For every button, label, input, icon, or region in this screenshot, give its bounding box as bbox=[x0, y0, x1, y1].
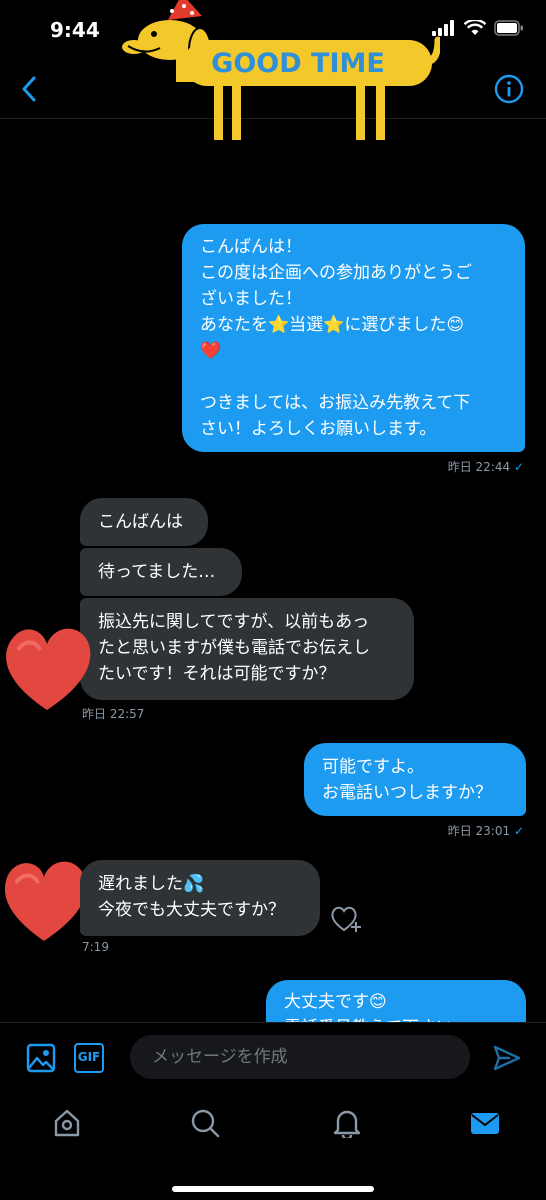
battery-icon bbox=[494, 20, 523, 36]
status-time: 9:44 bbox=[50, 18, 100, 42]
message-incoming[interactable]: 振込先に関してですが、以前もあっ たと思いますが僕も電話でお伝えし たいです！そ… bbox=[80, 598, 414, 700]
add-reaction-heart-icon[interactable] bbox=[330, 904, 364, 934]
wifi-icon bbox=[464, 20, 486, 35]
message-input-placeholder: メッセージを作成 bbox=[152, 1047, 288, 1067]
message-timestamp: 7:19 bbox=[82, 940, 109, 954]
message-input[interactable]: メッセージを作成 bbox=[130, 1035, 470, 1079]
read-check-icon: ✓ bbox=[513, 460, 524, 474]
avatar-heart-icon[interactable] bbox=[0, 620, 94, 716]
send-icon[interactable] bbox=[492, 1043, 522, 1073]
notifications-icon[interactable] bbox=[332, 1108, 362, 1138]
back-arrow-icon[interactable] bbox=[14, 72, 44, 106]
read-check-icon: ✓ bbox=[513, 824, 524, 838]
timestamp-text: 昨日 22:44 bbox=[447, 460, 511, 474]
message-incoming[interactable]: 待ってました… bbox=[80, 548, 242, 596]
gif-button[interactable]: GIF bbox=[74, 1043, 104, 1073]
home-icon[interactable] bbox=[52, 1108, 82, 1138]
message-incoming[interactable]: 遅れました💦 今夜でも大丈夫ですか？ bbox=[80, 860, 320, 936]
message-list[interactable]: こんばんは！ この度は企画への参加ありがとうご ざいました！ あなたを⭐当選⭐に… bbox=[0, 120, 546, 1022]
info-icon[interactable] bbox=[494, 74, 524, 104]
message-outgoing[interactable]: こんばんは！ この度は企画への参加ありがとうご ざいました！ あなたを⭐当選⭐に… bbox=[182, 224, 525, 452]
message-timestamp: 昨日 23:01 ✓ bbox=[448, 822, 524, 839]
search-icon[interactable] bbox=[190, 1108, 220, 1138]
messages-icon[interactable] bbox=[470, 1108, 500, 1138]
message-outgoing[interactable]: 可能ですよ。 お電話いつしますか？ bbox=[304, 743, 526, 816]
composer-bar: GIF メッセージを作成 bbox=[0, 1022, 546, 1091]
message-outgoing[interactable]: 大丈夫です😊 電話番号教えて下さい bbox=[266, 980, 526, 1022]
gif-label: GIF bbox=[77, 1050, 101, 1064]
status-icons bbox=[432, 20, 524, 36]
message-incoming[interactable]: こんばんは bbox=[80, 498, 208, 546]
timestamp-text: 昨日 23:01 bbox=[447, 824, 511, 838]
banner-text: GOOD TIME bbox=[211, 48, 385, 79]
image-icon[interactable] bbox=[26, 1043, 56, 1073]
tab-bar bbox=[0, 1090, 546, 1200]
message-timestamp: 昨日 22:44 ✓ bbox=[448, 458, 524, 475]
avatar-heart-icon[interactable] bbox=[0, 855, 88, 945]
home-indicator[interactable] bbox=[172, 1186, 374, 1192]
